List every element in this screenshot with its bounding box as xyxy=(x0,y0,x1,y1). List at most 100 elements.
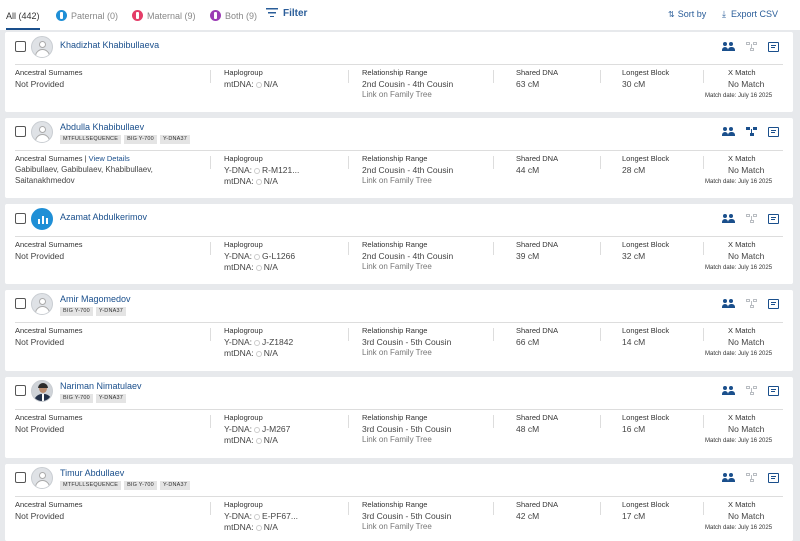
mtdna-value: N/A xyxy=(263,348,278,358)
family-tree-icon[interactable] xyxy=(746,214,758,224)
match-name[interactable]: Timur Abdullaev xyxy=(60,468,124,478)
card-divider xyxy=(15,64,783,65)
message-icon[interactable] xyxy=(768,214,779,224)
match-checkbox[interactable] xyxy=(15,298,26,309)
ydna-haplogroup: Y-DNA: E-PF67... xyxy=(224,511,298,521)
family-matches-icon[interactable] xyxy=(722,42,735,52)
avatar[interactable] xyxy=(31,36,53,58)
shared-dna-value: 39 cM xyxy=(516,251,540,261)
avatar[interactable] xyxy=(31,208,53,230)
relationship-range-value: 3rd Cousin - 5th Cousin xyxy=(362,511,452,521)
link-on-family-tree[interactable]: Link on Family Tree xyxy=(362,348,432,357)
avatar[interactable] xyxy=(31,293,53,315)
match-date: Match date: July 16 2025 xyxy=(705,93,773,99)
people-part xyxy=(728,219,735,223)
family-matches-icon[interactable] xyxy=(722,214,735,224)
match-date: Match date: July 16 2025 xyxy=(705,438,773,444)
match-name[interactable]: Azamat Abdulkerimov xyxy=(60,212,147,222)
info-dot-icon xyxy=(254,254,261,260)
ydna-haplogroup: Y-DNA: J-M267 xyxy=(224,424,290,434)
ancestral-surnames-value: Saitanakhmedov xyxy=(15,176,75,185)
column-separator xyxy=(703,415,704,428)
match-name[interactable]: Nariman Nimatulaev xyxy=(60,381,142,391)
match-card: Timur Abdullaev MTFULLSEQUENCE BIG Y-700 Y-… xyxy=(5,464,793,541)
match-checkbox[interactable] xyxy=(15,385,26,396)
family-matches-icon[interactable] xyxy=(722,299,735,309)
export-csv-button[interactable]: ⤓ Export CSV xyxy=(722,9,778,20)
relationship-range-label: Relationship Range xyxy=(362,154,428,163)
tree-part xyxy=(750,48,754,51)
column-separator xyxy=(600,415,601,428)
filter-button[interactable]: Filter xyxy=(266,8,307,19)
match-checkbox[interactable] xyxy=(15,126,26,137)
info-dot-icon xyxy=(255,525,262,531)
sort-icon: ⇅ xyxy=(668,10,675,19)
maternal-icon xyxy=(132,10,143,21)
relationship-range-label: Relationship Range xyxy=(362,326,428,335)
match-name[interactable]: Khadizhat Khabibullaeva xyxy=(60,40,159,50)
message-icon[interactable] xyxy=(768,473,779,483)
test-badge: Y-DNA37 xyxy=(159,135,191,144)
match-card: Abdulla Khabibullaev MTFULLSEQUENCE BIG Y-… xyxy=(5,118,793,198)
family-tree-icon[interactable] xyxy=(746,473,758,483)
match-name[interactable]: Amir Magomedov xyxy=(60,294,131,304)
tab-all[interactable]: All (442) xyxy=(6,9,40,30)
view-details-link[interactable]: View Details xyxy=(89,154,130,163)
tree-part xyxy=(746,299,750,302)
match-checkbox[interactable] xyxy=(15,213,26,224)
link-on-family-tree[interactable]: Link on Family Tree xyxy=(362,522,432,531)
x-match-label: X Match xyxy=(728,240,756,249)
link-on-family-tree[interactable]: Link on Family Tree xyxy=(362,90,432,99)
family-tree-icon[interactable] xyxy=(746,386,758,396)
message-icon[interactable] xyxy=(768,127,779,137)
tab-paternal[interactable]: Paternal (0) xyxy=(56,9,118,23)
column-separator xyxy=(600,70,601,83)
match-checkbox[interactable] xyxy=(15,41,26,52)
match-name[interactable]: Abdulla Khabibullaev xyxy=(60,122,144,132)
relationship-range-value: 3rd Cousin - 5th Cousin xyxy=(362,337,452,347)
avatar[interactable] xyxy=(31,380,53,402)
tab-maternal[interactable]: Maternal (9) xyxy=(132,9,196,23)
avatar[interactable] xyxy=(31,121,53,143)
ydna-value: J-M267 xyxy=(262,424,291,434)
ydna-value: G-L1266 xyxy=(262,251,296,261)
test-badges: BIG Y-700 Y-DNA37 xyxy=(60,307,129,317)
family-matches-icon[interactable] xyxy=(722,386,735,396)
test-badges: MTFULLSEQUENCE BIG Y-700 Y-DNA37 xyxy=(60,135,193,145)
link-on-family-tree[interactable]: Link on Family Tree xyxy=(362,176,432,185)
longest-block-value: 14 cM xyxy=(622,337,646,347)
family-tree-icon[interactable] xyxy=(746,42,758,52)
link-on-family-tree[interactable]: Link on Family Tree xyxy=(362,262,432,271)
message-icon[interactable] xyxy=(768,386,779,396)
tree-part xyxy=(753,473,757,476)
mtdna-haplogroup: mtDNA: N/A xyxy=(224,348,278,358)
tree-part xyxy=(751,216,752,220)
family-matches-icon[interactable] xyxy=(722,473,735,483)
tree-part xyxy=(753,127,757,130)
message-icon[interactable] xyxy=(768,42,779,52)
tree-part xyxy=(753,42,757,45)
avatar[interactable] xyxy=(31,467,53,489)
x-match-value: No Match xyxy=(728,79,765,89)
tree-part xyxy=(746,386,750,389)
tab-both[interactable]: Both (9) xyxy=(210,9,257,23)
people-part xyxy=(729,127,733,131)
message-icon[interactable] xyxy=(768,299,779,309)
sort-button[interactable]: ⇅ Sort by xyxy=(668,9,706,19)
family-tree-icon[interactable] xyxy=(746,299,758,309)
info-dot-icon xyxy=(255,438,262,444)
family-matches-icon[interactable] xyxy=(722,127,735,137)
column-separator xyxy=(493,156,494,169)
column-separator xyxy=(493,502,494,515)
link-on-family-tree[interactable]: Link on Family Tree xyxy=(362,435,432,444)
ydna-haplogroup: Y-DNA: R-M121... xyxy=(224,165,299,175)
family-tree-icon[interactable] xyxy=(746,127,758,137)
mtdna-haplogroup: mtDNA: N/A xyxy=(224,435,278,445)
x-match-label: X Match xyxy=(728,154,756,163)
chart-icon xyxy=(38,216,48,224)
user-head-icon xyxy=(39,472,46,479)
match-checkbox[interactable] xyxy=(15,472,26,483)
card-divider xyxy=(15,322,783,323)
people-part xyxy=(723,214,727,218)
user-head-icon xyxy=(39,41,46,48)
